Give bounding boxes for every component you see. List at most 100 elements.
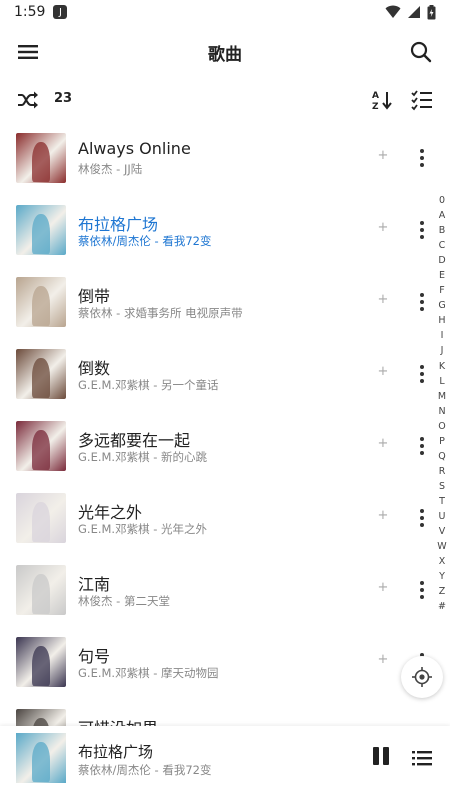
wifi-icon: [385, 5, 401, 18]
index-letter[interactable]: Z: [439, 584, 446, 599]
song-row[interactable]: 句号 G.E.M.邓紫棋 - 摩天动物园 +: [0, 626, 450, 698]
battery-icon: [427, 4, 436, 19]
add-to-playlist-button[interactable]: +: [376, 436, 390, 454]
index-letter[interactable]: N: [438, 404, 445, 419]
song-list[interactable]: Always Online 林俊杰 - JJ陆 + 布拉格广场 蔡依林/周杰伦 …: [0, 122, 450, 726]
add-to-playlist-button[interactable]: +: [376, 652, 390, 670]
song-artist-album: 蔡依林 - 求婚事务所 电视原声带: [78, 306, 243, 320]
search-button[interactable]: [408, 39, 434, 65]
multi-select-button[interactable]: [410, 88, 434, 112]
song-title: 可惜没如果: [78, 715, 158, 726]
index-letter[interactable]: H: [438, 313, 445, 328]
more-options-button[interactable]: [412, 148, 432, 168]
song-row[interactable]: 光年之外 G.E.M.邓紫棋 - 光年之外 +: [0, 482, 450, 554]
song-artist-album: G.E.M.邓紫棋 - 新的心跳: [78, 450, 208, 464]
song-row[interactable]: 江南 林俊杰 - 第二天堂 +: [0, 554, 450, 626]
play-queue-button[interactable]: [410, 746, 434, 770]
cover-figure: [32, 286, 50, 326]
song-artist-album: 蔡依林/周杰伦 - 看我72变: [78, 234, 212, 248]
album-cover: [16, 709, 66, 726]
song-title: 句号: [78, 647, 111, 666]
search-icon: [410, 41, 432, 63]
more-options-button[interactable]: [412, 580, 432, 600]
index-letter[interactable]: E: [439, 268, 445, 283]
song-artist-album: G.E.M.邓紫棋 - 光年之外: [78, 522, 208, 536]
pause-button[interactable]: [370, 747, 392, 769]
index-letter[interactable]: O: [438, 419, 445, 434]
status-time: 1:59: [14, 4, 46, 20]
song-row[interactable]: Always Online 林俊杰 - JJ陆 +: [0, 122, 450, 194]
add-to-playlist-button[interactable]: +: [376, 220, 390, 238]
index-letter[interactable]: U: [439, 509, 446, 524]
song-row[interactable]: 多远都要在一起 G.E.M.邓紫棋 - 新的心跳 +: [0, 410, 450, 482]
pause-icon: [373, 747, 379, 765]
index-letter[interactable]: M: [438, 389, 446, 404]
more-options-button[interactable]: [412, 436, 432, 456]
album-cover: [16, 565, 66, 615]
index-letter[interactable]: X: [439, 554, 446, 569]
now-playing-artist-album: 蔡依林/周杰伦 - 看我72变: [78, 763, 212, 777]
status-icons: [385, 4, 436, 20]
index-letter[interactable]: L: [439, 374, 444, 389]
locate-current-song-button[interactable]: [401, 656, 443, 698]
song-row[interactable]: 可惜没如果: [0, 698, 450, 726]
cover-figure: [32, 574, 50, 614]
now-playing-bar[interactable]: 布拉格广场 蔡依林/周杰伦 - 看我72变: [0, 726, 450, 790]
index-letter[interactable]: P: [439, 434, 445, 449]
more-options-button[interactable]: [412, 292, 432, 312]
song-title: 江南: [78, 575, 111, 594]
index-letter[interactable]: V: [439, 524, 446, 539]
index-letter[interactable]: J: [441, 343, 444, 358]
more-options-button[interactable]: [412, 508, 432, 528]
album-cover: [16, 421, 66, 471]
index-letter[interactable]: Y: [439, 569, 445, 584]
cover-figure: [32, 214, 50, 254]
index-letter[interactable]: K: [439, 359, 445, 374]
song-row-playing[interactable]: 布拉格广场 蔡依林/周杰伦 - 看我72变 +: [0, 194, 450, 266]
sort-button[interactable]: A Z: [370, 88, 394, 112]
index-letter[interactable]: T: [439, 494, 445, 509]
index-letter[interactable]: G: [438, 298, 445, 313]
album-cover: [16, 493, 66, 543]
album-cover: [16, 205, 66, 255]
album-cover: [16, 277, 66, 327]
more-options-button[interactable]: [412, 364, 432, 384]
more-options-button[interactable]: [412, 220, 432, 240]
alphabet-index-scrubber[interactable]: 0 A B C D E F G H I J K L M N O P Q R S T U V W X Y Z #: [434, 193, 450, 614]
index-letter[interactable]: B: [439, 223, 446, 238]
index-letter[interactable]: A: [439, 208, 446, 223]
song-row[interactable]: 倒带 蔡依林 - 求婚事务所 电视原声带 +: [0, 266, 450, 338]
index-letter[interactable]: #: [438, 599, 446, 614]
cellular-signal-icon: [408, 6, 420, 18]
song-title: 倒数: [78, 359, 111, 378]
shuffle-button[interactable]: [16, 89, 40, 111]
album-cover: [16, 133, 66, 183]
add-to-playlist-button[interactable]: +: [376, 148, 390, 166]
add-to-playlist-button[interactable]: +: [376, 508, 390, 526]
add-to-playlist-button[interactable]: +: [376, 292, 390, 310]
cover-figure: [32, 430, 50, 470]
add-to-playlist-button[interactable]: +: [376, 364, 390, 382]
cover-figure: [32, 742, 50, 782]
index-letter[interactable]: C: [439, 238, 446, 253]
add-to-playlist-button[interactable]: +: [376, 580, 390, 598]
index-letter[interactable]: R: [439, 464, 446, 479]
album-cover: [16, 637, 66, 687]
cover-figure: [32, 142, 50, 182]
index-letter[interactable]: 0: [439, 193, 445, 208]
index-letter[interactable]: F: [439, 283, 444, 298]
index-letter[interactable]: I: [441, 328, 444, 343]
song-title: 布拉格广场: [78, 215, 159, 234]
locate-icon: [412, 667, 432, 687]
album-cover: [16, 349, 66, 399]
now-playing-title: 布拉格广场: [78, 743, 154, 761]
song-row[interactable]: 倒数 G.E.M.邓紫棋 - 另一个童话 +: [0, 338, 450, 410]
song-title: 光年之外: [78, 503, 143, 522]
list-toolbar: 23 A Z: [0, 86, 450, 114]
index-letter[interactable]: S: [439, 479, 445, 494]
index-letter[interactable]: D: [438, 253, 445, 268]
index-letter[interactable]: W: [437, 539, 446, 554]
status-bar: 1:59 J: [0, 0, 450, 24]
song-artist-album: G.E.M.邓紫棋 - 另一个童话: [78, 378, 219, 392]
index-letter[interactable]: Q: [438, 449, 445, 464]
